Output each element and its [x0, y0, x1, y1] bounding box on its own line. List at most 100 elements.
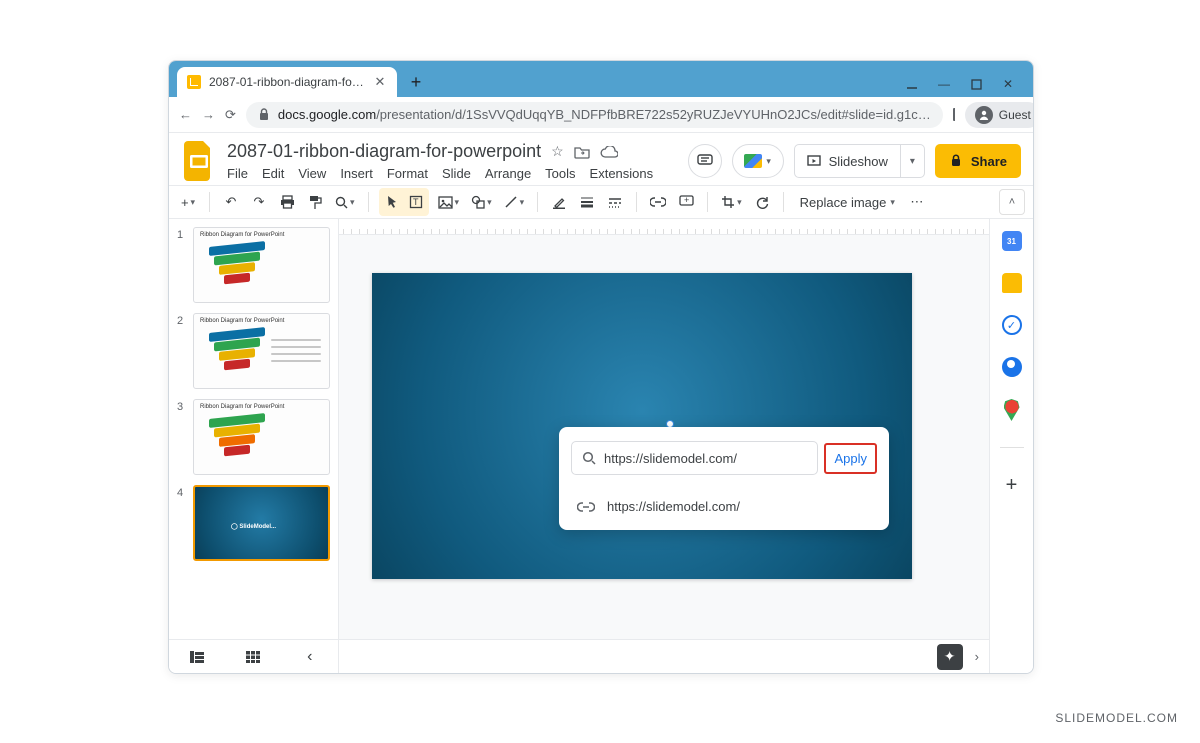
keep-icon[interactable] — [1002, 273, 1022, 293]
redo-button[interactable]: ↷ — [248, 190, 270, 214]
image-button[interactable] — [435, 190, 463, 214]
border-weight-button[interactable] — [576, 190, 598, 214]
window-minimize2-icon[interactable]: — — [937, 77, 951, 91]
meet-button[interactable]: ▾ — [732, 144, 784, 178]
menu-slide[interactable]: Slide — [442, 166, 471, 181]
menu-extensions[interactable]: Extensions — [590, 166, 654, 181]
lock-icon — [258, 108, 270, 121]
link-icon — [577, 502, 595, 512]
hide-filmstrip-icon[interactable]: ‹ — [302, 649, 318, 665]
paint-format-button[interactable] — [304, 190, 326, 214]
explore-button[interactable]: ✦ — [937, 644, 963, 670]
insert-link-button[interactable] — [647, 190, 669, 214]
url-domain: docs.google.com — [278, 107, 376, 122]
contacts-icon[interactable] — [1002, 357, 1022, 377]
nav-back-icon[interactable]: ← — [179, 106, 192, 124]
reset-image-button[interactable] — [751, 190, 773, 214]
filmstrip: 1 Ribbon Diagram for PowerPoint 2 Ribbon… — [169, 219, 339, 673]
window-controls: — ✕ — [905, 77, 1025, 97]
print-button[interactable] — [276, 190, 298, 214]
collapse-toolbar-button[interactable]: ˄ — [999, 189, 1025, 215]
slideshow-label: Slideshow — [829, 154, 888, 169]
show-sidepanel-icon[interactable]: › — [975, 649, 979, 664]
slide-canvas[interactable]: SlideModel .com — [372, 273, 912, 579]
slide-thumb[interactable]: 2 Ribbon Diagram for PowerPoint — [177, 313, 330, 389]
menu-file[interactable]: File — [227, 166, 248, 181]
link-url-input[interactable] — [604, 451, 807, 466]
slides-logo-icon[interactable] — [181, 139, 217, 183]
profile-label: Guest — [999, 108, 1031, 122]
avatar-icon — [975, 106, 993, 124]
line-button[interactable] — [501, 190, 528, 214]
select-tools-group: T — [379, 188, 429, 216]
link-suggestion-row[interactable]: https://slidemodel.com/ — [571, 491, 877, 522]
window-maximize-icon[interactable] — [969, 77, 983, 91]
slideshow-button[interactable]: Slideshow — [794, 144, 901, 178]
meet-icon — [744, 154, 762, 168]
get-addons-icon[interactable]: + — [1006, 474, 1018, 497]
crop-button[interactable] — [718, 190, 745, 214]
nav-reload-icon[interactable]: ⟳ — [225, 106, 236, 124]
new-tab-button[interactable]: + — [403, 69, 429, 95]
svg-text:+: + — [684, 195, 689, 205]
filmstrip-view-icon[interactable] — [189, 649, 205, 665]
menu-tools[interactable]: Tools — [545, 166, 575, 181]
slideshow-dropdown[interactable]: ▾ — [901, 144, 925, 178]
slide-thumb[interactable]: 1 Ribbon Diagram for PowerPoint — [177, 227, 330, 303]
grid-view-icon[interactable] — [245, 649, 261, 665]
menu-insert[interactable]: Insert — [340, 166, 373, 181]
text-box-button[interactable]: T — [405, 190, 427, 214]
browser-tab[interactable]: 2087-01-ribbon-diagram-for-po ✕ — [177, 67, 397, 97]
slide-thumb[interactable]: 3 Ribbon Diagram for PowerPoint — [177, 399, 330, 475]
side-panel: + — [989, 219, 1033, 673]
search-icon — [582, 451, 596, 465]
cloud-saved-icon[interactable] — [600, 146, 618, 158]
menu-view[interactable]: View — [298, 166, 326, 181]
calendar-icon[interactable] — [1002, 231, 1022, 251]
slides-favicon-icon — [187, 75, 201, 89]
new-slide-button[interactable]: + — [177, 190, 199, 214]
star-icon[interactable]: ☆ — [551, 143, 564, 160]
svg-text:T: T — [413, 197, 419, 207]
insert-link-popup: Apply https://slidemodel.com/ — [559, 427, 889, 530]
document-title[interactable]: 2087-01-ribbon-diagram-for-powerpoint — [227, 141, 541, 162]
side-panel-toggle-icon[interactable] — [953, 108, 955, 121]
slide-thumb-selected[interactable]: 4 ◯ SlideModel... — [177, 485, 330, 561]
move-to-folder-icon[interactable] — [574, 145, 590, 159]
titlebar: 2087-01-ribbon-diagram-for-po ✕ + — ✕ — [169, 61, 1033, 97]
toolbar: + ↶ ↷ T + Replace image ⋯ ˄ — [169, 185, 1033, 219]
shape-button[interactable] — [468, 190, 495, 214]
tasks-icon[interactable] — [1002, 315, 1022, 335]
menu-arrange[interactable]: Arrange — [485, 166, 531, 181]
workspace: 1 Ribbon Diagram for PowerPoint 2 Ribbon… — [169, 219, 1033, 673]
address-bar: ← → ⟳ docs.google.com/presentation/d/1Ss… — [169, 97, 1033, 133]
thumb-logo-icon: ◯ SlideModel... — [231, 523, 276, 530]
profile-button[interactable]: Guest — [965, 102, 1034, 128]
browser-window: 2087-01-ribbon-diagram-for-po ✕ + — ✕ ← … — [168, 60, 1034, 674]
more-options-button[interactable]: ⋯ — [907, 190, 929, 214]
window-close-icon[interactable]: ✕ — [1001, 77, 1015, 91]
tab-title: 2087-01-ribbon-diagram-for-po — [209, 75, 365, 89]
border-dash-button[interactable] — [604, 190, 626, 214]
menu-bar: File Edit View Insert Format Slide Arran… — [227, 166, 653, 181]
menu-edit[interactable]: Edit — [262, 166, 284, 181]
nav-forward-icon[interactable]: → — [202, 106, 215, 124]
menu-format[interactable]: Format — [387, 166, 428, 181]
select-tool-button[interactable] — [381, 190, 403, 214]
canvas-area: SlideModel .com Apply — [339, 219, 989, 673]
window-minimize-icon[interactable] — [905, 77, 919, 91]
apply-link-button[interactable]: Apply — [824, 443, 877, 474]
ruler-horizontal — [339, 219, 989, 235]
share-button[interactable]: Share — [935, 144, 1021, 178]
link-suggestion-text: https://slidemodel.com/ — [607, 499, 740, 514]
tab-close-icon[interactable]: ✕ — [373, 75, 387, 89]
zoom-button[interactable] — [332, 190, 358, 214]
comments-history-button[interactable] — [688, 144, 722, 178]
maps-icon[interactable] — [1004, 399, 1020, 421]
border-color-button[interactable] — [548, 190, 570, 214]
url-input[interactable]: docs.google.com/presentation/d/1SsVVQdUq… — [246, 102, 943, 128]
filmstrip-footer: ‹ — [169, 639, 338, 673]
insert-comment-button[interactable]: + — [675, 190, 697, 214]
replace-image-button[interactable]: Replace image — [794, 195, 901, 210]
undo-button[interactable]: ↶ — [220, 190, 242, 214]
